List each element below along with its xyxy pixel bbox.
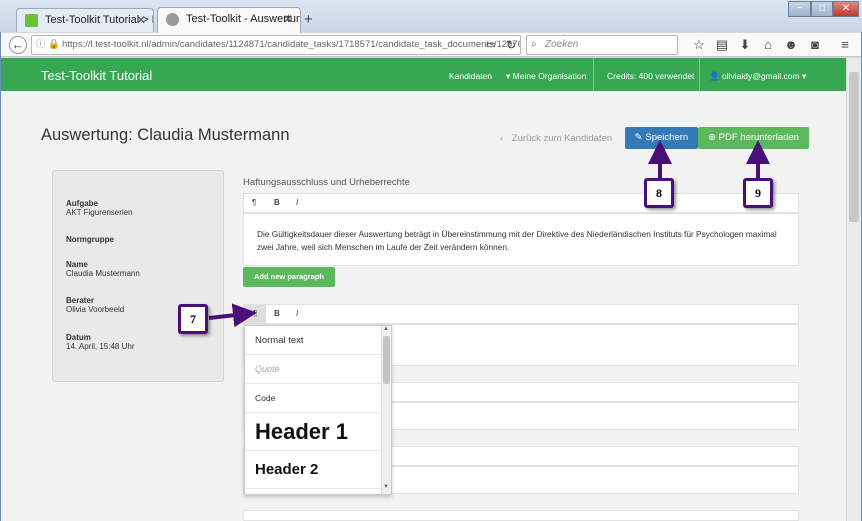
back-to-candidate-link[interactable]: ‹ Zurück zum Kandidaten xyxy=(500,133,612,144)
nav-kandidaten[interactable]: Kandidaten xyxy=(449,71,492,81)
download-circle-icon: ⊕ xyxy=(708,132,717,143)
lock-icon: 🔒 xyxy=(48,39,60,50)
field-normgruppe: Normgruppe xyxy=(66,235,114,244)
editor-toolbar: ¶ B I xyxy=(243,304,799,324)
format-dropdown: Normal text Quote Code Header 1 Header 2 xyxy=(244,325,392,495)
navigation-bar: ← ⓘ 🔒 https://l.test-toolkit.nl/admin/ca… xyxy=(1,33,861,57)
app-header: Test-Toolkit Tutorial Kandidaten ▾ Meine… xyxy=(1,58,846,91)
app-title[interactable]: Test-Toolkit Tutorial xyxy=(41,68,152,83)
url-bar[interactable]: ⓘ 🔒 https://l.test-toolkit.nl/admin/cand… xyxy=(31,35,521,55)
paragraph-format-button[interactable]: ¶ xyxy=(244,305,266,323)
option-header-2[interactable]: Header 2 xyxy=(245,451,381,489)
section-title: Haftungsausschluss und Urheberrechte xyxy=(243,177,410,188)
scrollbar-thumb[interactable] xyxy=(849,72,859,222)
divider xyxy=(593,58,594,91)
option-normal-text[interactable]: Normal text xyxy=(245,326,381,355)
chat-icon[interactable]: ☻ xyxy=(783,37,799,53)
clipboard-icon[interactable]: ▤ xyxy=(714,37,730,53)
italic-button[interactable]: I xyxy=(296,309,298,318)
toolkit-favicon-icon xyxy=(166,13,179,26)
save-button-label: Speichern xyxy=(645,132,689,143)
field-value: Claudia Mustermann xyxy=(66,269,140,278)
scroll-up-icon[interactable]: ▲ xyxy=(383,326,389,332)
field-value: Olivia Voorbeeld xyxy=(66,305,125,314)
callout-8: 8 xyxy=(644,178,674,208)
bold-button[interactable]: B xyxy=(274,198,280,207)
field-berater: Berater Olivia Voorbeeld xyxy=(66,296,124,314)
nav-user[interactable]: 👤 oliviaidy@gmail.com ▾ xyxy=(709,71,806,82)
tab-auswertung[interactable]: Test-Toolkit - Auswertung:... ✕ xyxy=(157,7,301,33)
field-label: Normgruppe xyxy=(66,235,114,244)
pdf-button-label: PDF herunterladen xyxy=(718,132,799,143)
nav-credits: Credits: 400 verwendet xyxy=(607,71,695,81)
field-label: Name xyxy=(66,260,88,269)
add-paragraph-button[interactable]: Add new paragraph xyxy=(243,267,335,287)
option-header-1[interactable]: Header 1 xyxy=(245,413,381,451)
field-datum: Datum 14. April, 15:48 Uhr xyxy=(66,333,134,351)
bookmark-star-icon[interactable]: ☆ xyxy=(691,37,707,53)
user-email: oliviaidy@gmail.com xyxy=(721,71,800,81)
pocket-icon[interactable]: ◙ xyxy=(807,37,823,53)
download-icon[interactable]: ⬇ xyxy=(737,37,753,53)
option-code[interactable]: Code xyxy=(245,384,381,413)
option-quote[interactable]: Quote xyxy=(245,355,381,384)
minimize-button[interactable]: − xyxy=(788,1,811,17)
dropdown-scrollbar[interactable]: ▲ ▼ xyxy=(381,326,391,494)
chevron-left-icon: ‹ xyxy=(500,133,504,144)
search-placeholder: Zoeken xyxy=(545,39,579,50)
info-icon: ⓘ xyxy=(36,39,46,50)
nav-organisation-label: Meine Organisation xyxy=(512,71,587,81)
field-label: Berater xyxy=(66,296,95,305)
reader-view-icon[interactable]: ▭ xyxy=(483,37,499,53)
search-icon: ⌕ xyxy=(531,39,537,50)
paragraph-editor[interactable] xyxy=(243,510,799,521)
field-label: Datum xyxy=(66,333,91,342)
page-title: Auswertung: Claudia Mustermann xyxy=(41,126,290,144)
edit-icon: ✎ xyxy=(634,132,643,143)
paragraph-format-button[interactable]: ¶ xyxy=(252,198,256,207)
bold-button[interactable]: B xyxy=(274,309,280,318)
maximize-button[interactable]: □ xyxy=(811,1,833,17)
editor-toolbar: ¶ B I xyxy=(243,193,799,213)
back-link-label: Zurück zum Kandidaten xyxy=(511,133,613,144)
italic-button[interactable]: I xyxy=(296,198,298,207)
close-tab-icon[interactable]: ✕ xyxy=(136,13,146,27)
field-value: 14. April, 15:48 Uhr xyxy=(66,342,135,351)
back-arrow-icon[interactable]: ← xyxy=(9,36,27,54)
caret-down-icon: ▾ xyxy=(801,71,807,81)
paragraph-text[interactable]: Die Gültigkeitsdauer dieser Auswertung b… xyxy=(257,228,782,254)
home-icon[interactable]: ⌂ xyxy=(760,37,776,53)
scrollbar-thumb[interactable] xyxy=(383,336,390,384)
candidate-info-panel: Aufgabe AKT Figurenserien Normgruppe Nam… xyxy=(52,170,224,382)
page-scrollbar[interactable] xyxy=(846,58,861,521)
menu-icon[interactable]: ≡ xyxy=(837,37,853,53)
close-window-button[interactable]: ✕ xyxy=(833,1,859,17)
nav-organisation[interactable]: ▾ Meine Organisation xyxy=(506,71,586,82)
user-icon: 👤 xyxy=(709,71,720,81)
search-input[interactable]: ⌕ Zoeken xyxy=(526,35,678,55)
divider xyxy=(699,58,700,91)
callout-7: 7 xyxy=(178,304,208,334)
field-label: Aufgabe xyxy=(66,199,98,208)
field-value: AKT Figurenserien xyxy=(66,208,133,217)
field-aufgabe: Aufgabe AKT Figurenserien xyxy=(66,199,133,217)
callout-9: 9 xyxy=(743,178,773,208)
pdf-download-button[interactable]: ⊕ PDF herunterladen xyxy=(698,127,809,149)
close-tab-icon[interactable]: ✕ xyxy=(283,12,293,26)
tab-tutorial[interactable]: Test-Toolkit Tutorial > Ixly ✕ xyxy=(16,8,154,32)
url-text: https://l.test-toolkit.nl/admin/candidat… xyxy=(62,39,521,50)
ixly-favicon-icon xyxy=(25,14,38,27)
scroll-down-icon[interactable]: ▼ xyxy=(383,484,389,490)
reload-icon[interactable]: ↻ xyxy=(503,37,519,53)
field-name: Name Claudia Mustermann xyxy=(66,260,140,278)
save-button[interactable]: ✎ Speichern xyxy=(625,127,698,149)
title-bar: Test-Toolkit Tutorial > Ixly ✕ Test-Tool… xyxy=(0,0,862,33)
caret-down-icon: ▾ xyxy=(506,71,511,81)
new-tab-button[interactable]: + xyxy=(304,11,313,28)
